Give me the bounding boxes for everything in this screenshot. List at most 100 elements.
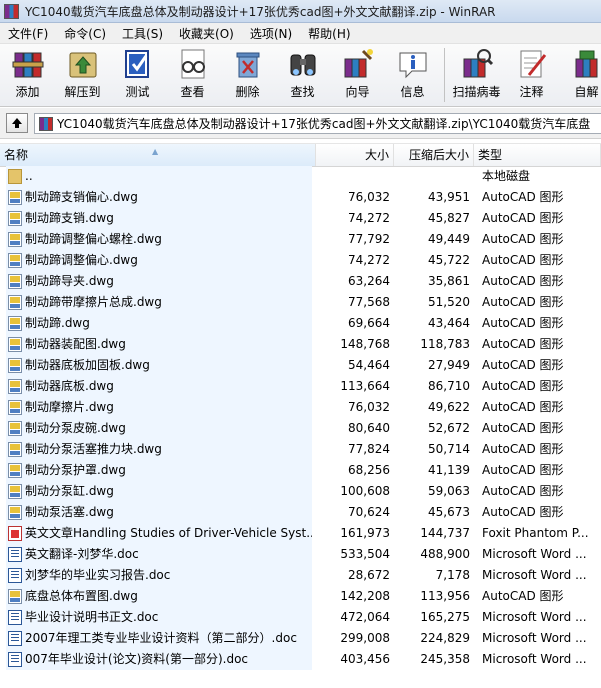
extract-to-label: 解压到 xyxy=(64,85,101,99)
dwg-file-icon xyxy=(8,421,22,436)
menu-options[interactable]: 选项(N) xyxy=(242,25,300,42)
file-packed-size: 35,861 xyxy=(428,274,470,288)
wizard-button[interactable]: 向导 xyxy=(330,44,385,104)
file-name-cell: 制动分泵活塞推力块.dwg xyxy=(6,439,312,460)
file-row[interactable]: 制动器底板.dwg 113,664 86,710 AutoCAD 图形 xyxy=(0,376,601,397)
file-size: 68,256 xyxy=(348,463,390,477)
file-type: AutoCAD 图形 xyxy=(482,484,564,498)
file-size: 70,624 xyxy=(348,505,390,519)
file-name: 英文文章Handling Studies of Driver-Vehicle S… xyxy=(25,526,312,540)
column-header-type[interactable]: 类型 xyxy=(474,144,601,166)
file-name-cell: 制动分泵皮碗.dwg xyxy=(6,418,312,439)
delete-button[interactable]: 删除 xyxy=(220,44,275,104)
file-name-cell: 制动分泵护罩.dwg xyxy=(6,460,312,481)
add-button[interactable]: 添加 xyxy=(0,44,55,104)
file-size: 28,672 xyxy=(348,568,390,582)
sfx-button[interactable]: 自解 xyxy=(559,44,601,104)
dwg-file-icon xyxy=(8,484,22,499)
file-row[interactable]: 制动蹄调整偏心螺栓.dwg 77,792 49,449 AutoCAD 图形 xyxy=(0,229,601,250)
menu-file[interactable]: 文件(F) xyxy=(0,25,56,42)
file-packed-size: 7,178 xyxy=(435,568,470,582)
file-size: 80,640 xyxy=(348,421,390,435)
file-name: 007年毕业设计(论文)资料(第一部分).doc xyxy=(25,652,249,666)
file-row[interactable]: 制动泵活塞.dwg 70,624 45,673 AutoCAD 图形 xyxy=(0,502,601,523)
dwg-file-icon xyxy=(8,232,22,247)
file-type: 本地磁盘 xyxy=(482,169,531,183)
dwg-file-icon xyxy=(8,400,22,415)
column-header-packed[interactable]: 压缩后大小 xyxy=(394,144,474,166)
file-name-cell: 底盘总体布置图.dwg xyxy=(6,586,312,607)
file-size: 77,824 xyxy=(348,442,390,456)
file-row[interactable]: 制动蹄支销.dwg 74,272 45,827 AutoCAD 图形 xyxy=(0,208,601,229)
path-field[interactable]: YC1040载货汽车底盘总体及制动器设计+17张优秀cad图+外文文献翻译.zi… xyxy=(34,113,601,134)
file-row[interactable]: .. 本地磁盘 xyxy=(0,166,601,187)
file-packed-size: 245,358 xyxy=(420,652,470,666)
comment-button[interactable]: 注释 xyxy=(504,44,559,104)
file-row[interactable]: 刘梦华的毕业实习报告.doc 28,672 7,178 Microsoft Word … xyxy=(0,565,601,586)
test-button[interactable]: 测试 xyxy=(110,44,165,104)
file-row[interactable]: 制动分泵护罩.dwg 68,256 41,139 AutoCAD 图形 xyxy=(0,460,601,481)
file-size: 142,208 xyxy=(340,589,390,603)
file-row[interactable]: 制动蹄调整偏心.dwg 74,272 45,722 AutoCAD 图形 xyxy=(0,250,601,271)
file-size: 148,768 xyxy=(340,337,390,351)
file-packed-size: 118,783 xyxy=(420,337,470,351)
file-packed-size: 113,956 xyxy=(420,589,470,603)
file-size: 54,464 xyxy=(348,358,390,372)
file-name-cell: 刘梦华的毕业实习报告.doc xyxy=(6,565,312,586)
file-row[interactable]: 制动蹄.dwg 69,664 43,464 AutoCAD 图形 xyxy=(0,313,601,334)
file-row[interactable]: 007年毕业设计(论文)资料(第一部分).doc 403,456 245,358 Mi… xyxy=(0,649,601,670)
find-button[interactable]: 查找 xyxy=(275,44,330,104)
file-row[interactable]: 英文翻译-刘梦华.doc 533,504 488,900 Microsoft Word… xyxy=(0,544,601,565)
sort-up-icon: ▲ xyxy=(152,147,159,156)
dwg-file-icon xyxy=(8,379,22,394)
file-name-cell: 制动蹄调整偏心.dwg xyxy=(6,250,312,271)
file-row[interactable]: 制动分泵缸.dwg 100,608 59,063 AutoCAD 图形 xyxy=(0,481,601,502)
scan-virus-button[interactable]: 扫描病毒 xyxy=(449,44,504,104)
view-button[interactable]: 查看 xyxy=(165,44,220,104)
file-size: 100,608 xyxy=(340,484,390,498)
column-header-size[interactable]: 大小 xyxy=(316,144,394,166)
doc-file-icon xyxy=(8,568,22,583)
file-row[interactable]: 制动器底板加固板.dwg 54,464 27,949 AutoCAD 图形 xyxy=(0,355,601,376)
file-name: 刘梦华的毕业实习报告.doc xyxy=(25,568,171,582)
file-type: AutoCAD 图形 xyxy=(482,421,564,435)
up-arrow-icon xyxy=(12,118,22,128)
file-row[interactable]: 毕业设计说明书正文.doc 472,064 165,275 Microsoft Wor… xyxy=(0,607,601,628)
dwg-file-icon xyxy=(8,190,22,205)
file-name: 制动蹄支销.dwg xyxy=(25,211,114,225)
extract-to-button[interactable]: 解压到 xyxy=(55,44,110,104)
file-type: AutoCAD 图形 xyxy=(482,274,564,288)
file-row[interactable]: 制动摩擦片.dwg 76,032 49,622 AutoCAD 图形 xyxy=(0,397,601,418)
info-button[interactable]: 信息 xyxy=(385,44,440,104)
file-row[interactable]: 制动分泵皮碗.dwg 80,640 52,672 AutoCAD 图形 xyxy=(0,418,601,439)
doc-file-icon xyxy=(8,547,22,562)
file-name: 制动泵活塞.dwg xyxy=(25,505,114,519)
menu-help[interactable]: 帮助(H) xyxy=(300,25,358,42)
file-size: 77,792 xyxy=(348,232,390,246)
scan-virus-label: 扫描病毒 xyxy=(452,85,501,99)
file-row[interactable]: 制动蹄带摩擦片总成.dwg 77,568 51,520 AutoCAD 图形 xyxy=(0,292,601,313)
file-row[interactable]: 制动蹄支销偏心.dwg 76,032 43,951 AutoCAD 图形 xyxy=(0,187,601,208)
file-name: 制动蹄支销偏心.dwg xyxy=(25,190,138,204)
menu-commands[interactable]: 命令(C) xyxy=(56,25,114,42)
dwg-file-icon xyxy=(8,295,22,310)
menu-favorites[interactable]: 收藏夹(O) xyxy=(171,25,242,42)
file-packed-size: 52,672 xyxy=(428,421,470,435)
file-type: AutoCAD 图形 xyxy=(482,442,564,456)
file-row[interactable]: 底盘总体布置图.dwg 142,208 113,956 AutoCAD 图形 xyxy=(0,586,601,607)
file-name-cell: 制动器底板.dwg xyxy=(6,376,312,397)
up-folder-button[interactable] xyxy=(6,113,28,133)
file-row[interactable]: 制动器装配图.dwg 148,768 118,783 AutoCAD 图形 xyxy=(0,334,601,355)
file-row[interactable]: 制动蹄导夹.dwg 63,264 35,861 AutoCAD 图形 xyxy=(0,271,601,292)
file-name-cell: 制动器装配图.dwg xyxy=(6,334,312,355)
menu-tools[interactable]: 工具(S) xyxy=(114,25,171,42)
test-icon xyxy=(124,50,149,78)
file-size: 76,032 xyxy=(348,400,390,414)
column-header-name[interactable]: 名称 ▲ xyxy=(0,144,316,166)
file-name-cell: 制动器底板加固板.dwg xyxy=(6,355,312,376)
file-row[interactable]: 英文文章Handling Studies of Driver-Vehicle S… xyxy=(0,523,601,544)
file-list-header: 名称 ▲ 大小 压缩后大小 类型 xyxy=(0,143,601,167)
file-type: Microsoft Word ... xyxy=(482,610,587,624)
file-row[interactable]: 制动分泵活塞推力块.dwg 77,824 50,714 AutoCAD 图形 xyxy=(0,439,601,460)
file-row[interactable]: 2007年理工类专业毕业设计资料（第二部分）.doc 299,008 224,829… xyxy=(0,628,601,649)
